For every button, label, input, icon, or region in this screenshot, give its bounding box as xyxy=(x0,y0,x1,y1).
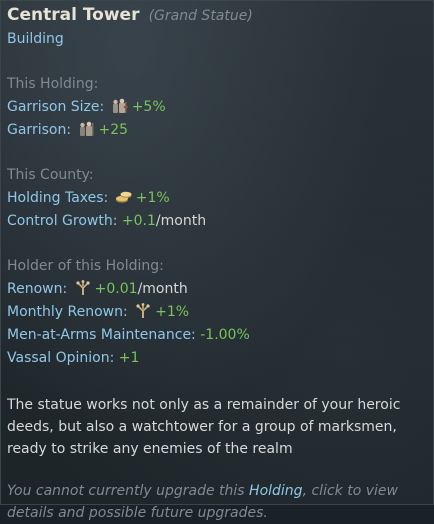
garrison-size-label: Garrison Size: xyxy=(7,99,105,115)
holding-link[interactable]: Holding xyxy=(249,483,303,499)
garrison-value: +25 xyxy=(98,122,129,138)
soldiers-icon xyxy=(78,121,96,137)
coins-icon xyxy=(115,189,133,205)
monthly-renown-value: +1% xyxy=(155,304,190,320)
section-holder: Holder of this Holding: Renown: +0.01/mo… xyxy=(7,255,427,370)
renown-line: Renown: +0.01/month xyxy=(7,278,427,301)
garrison-line: Garrison: +25 xyxy=(7,119,427,142)
vassal-opinion-line: Vassal Opinion: +1 xyxy=(7,347,427,370)
garrison-size-line: Garrison Size: +5% xyxy=(7,96,427,119)
monthly-renown-label: Monthly Renown: xyxy=(7,304,128,320)
vassal-opinion-value: +1 xyxy=(118,350,140,366)
renown-label: Renown: xyxy=(7,281,68,297)
soldiers-icon xyxy=(111,98,129,114)
holding-taxes-line: Holding Taxes: +1% xyxy=(7,187,427,210)
maa-maintenance-line: Men-at-Arms Maintenance: -1.00% xyxy=(7,324,427,347)
control-growth-value: +0.1 xyxy=(121,213,156,229)
vassal-opinion-label: Vassal Opinion: xyxy=(7,350,115,366)
renown-value: +0.01 xyxy=(94,281,138,297)
section-header-holder: Holder of this Holding: xyxy=(7,258,164,274)
building-tooltip: Central Tower (Grand Statue) Building Th… xyxy=(0,0,434,521)
building-type: Building xyxy=(7,31,64,47)
maa-maintenance-label: Men-at-Arms Maintenance: xyxy=(7,327,196,343)
building-description: The statue works not only as a remainder… xyxy=(7,397,401,457)
garrison-size-value: +5% xyxy=(131,99,166,115)
control-growth-line: Control Growth: +0.1/month xyxy=(7,210,427,233)
section-header-holding: This Holding: xyxy=(7,76,99,92)
section-this-county: This County: Holding Taxes: +1% Control … xyxy=(7,164,427,233)
building-title: Central Tower xyxy=(7,5,140,25)
upgrade-hint: You cannot currently upgrade this Holdin… xyxy=(7,480,417,524)
garrison-label: Garrison: xyxy=(7,122,72,138)
section-this-holding: This Holding: Garrison Size: +5% Garriso… xyxy=(7,73,427,142)
holding-taxes-value: +1% xyxy=(135,190,170,206)
renown-unit: /month xyxy=(137,281,188,297)
control-growth-label: Control Growth: xyxy=(7,213,118,229)
holding-taxes-label: Holding Taxes: xyxy=(7,190,109,206)
monthly-renown-line: Monthly Renown: +1% xyxy=(7,301,427,324)
upgrade-hint-before: You cannot currently upgrade this xyxy=(7,483,250,499)
renown-tree-icon xyxy=(134,303,152,319)
renown-tree-icon xyxy=(74,280,92,296)
control-growth-unit: /month xyxy=(155,213,207,229)
maa-maintenance-value: -1.00% xyxy=(200,327,250,343)
title-row: Central Tower (Grand Statue) xyxy=(7,3,427,27)
section-header-county: This County: xyxy=(7,167,94,183)
building-subtitle: (Grand Statue) xyxy=(148,8,253,24)
